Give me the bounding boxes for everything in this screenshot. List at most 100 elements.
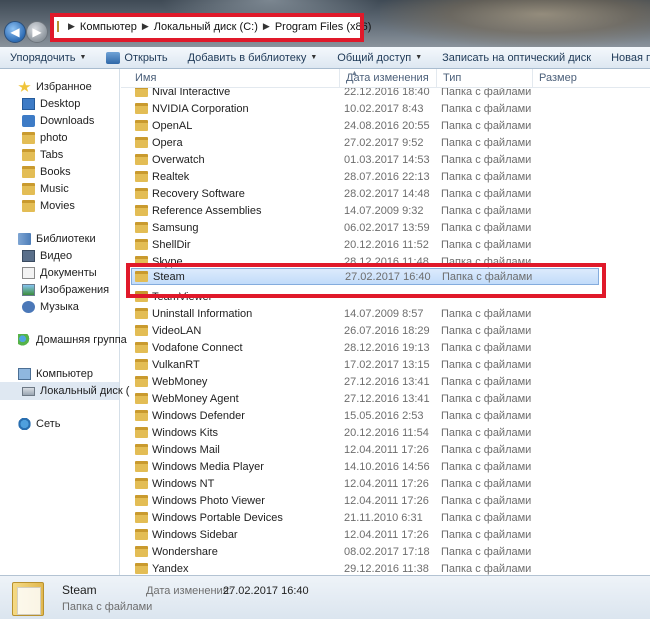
- file-type: Папка с файлами: [441, 511, 532, 524]
- add-to-library-button[interactable]: Добавить в библиотеку ▼: [178, 52, 328, 64]
- folder-icon: [135, 137, 148, 148]
- nav-libraries[interactable]: Библиотеки: [18, 233, 96, 245]
- video-icon: [22, 250, 35, 262]
- file-type: Папка с файлами: [441, 392, 532, 405]
- nav-photo[interactable]: photo: [22, 132, 68, 144]
- file-type: Папка с файлами: [441, 443, 532, 456]
- file-row[interactable]: Windows Photo Viewer 12.04.2011 17:26 Папк…: [121, 492, 650, 509]
- file-row[interactable]: Vodafone Connect 28.12.2016 19:13 Папка с …: [121, 339, 650, 356]
- file-row[interactable]: Nival Interactive 22.12.2016 18:40 Папка с…: [121, 88, 650, 100]
- nav-label: Tabs: [40, 149, 64, 161]
- burn-button[interactable]: Записать на оптический диск: [432, 52, 601, 64]
- nav-music-favorite[interactable]: Music: [22, 183, 69, 195]
- nav-label: photo: [40, 132, 68, 144]
- column-name[interactable]: Имя: [129, 69, 341, 88]
- share-button[interactable]: Общий доступ ▼: [327, 52, 432, 64]
- new-folder-button[interactable]: Новая папка: [601, 52, 650, 64]
- folder-icon: [135, 222, 148, 233]
- file-row[interactable]: Wondershare 08.02.2017 17:18 Папка с файла…: [121, 543, 650, 560]
- file-row[interactable]: Windows NT 12.04.2011 17:26 Папка с файлам…: [121, 475, 650, 492]
- organize-button[interactable]: Упорядочить ▼: [0, 52, 96, 64]
- file-row[interactable]: VulkanRT 17.02.2017 13:15 Папка с файлами: [121, 356, 650, 373]
- nav-music[interactable]: Музыка: [22, 301, 79, 313]
- file-row[interactable]: Windows Mail 12.04.2011 17:26 Папка с файл…: [121, 441, 650, 458]
- file-date: 27.12.2016 13:41: [344, 392, 430, 405]
- file-row[interactable]: Uninstall Information 14.07.2009 8:57 Папк…: [121, 305, 650, 322]
- file-date: 14.07.2009 9:32: [344, 204, 424, 217]
- file-row[interactable]: ShellDir 20.12.2016 11:52 Папка с файлами: [121, 236, 650, 253]
- nav-tabs[interactable]: Tabs: [22, 149, 63, 161]
- organize-label: Упорядочить: [10, 51, 76, 64]
- file-row[interactable]: Samsung 06.02.2017 13:59 Папка с файлами: [121, 219, 650, 236]
- nav-label: Видео: [40, 250, 73, 262]
- nav-books[interactable]: Books: [22, 166, 71, 178]
- nav-label: Downloads: [40, 115, 95, 127]
- file-type: Папка с файлами: [441, 307, 532, 320]
- folder-icon: [135, 478, 148, 489]
- folder-icon: [135, 342, 148, 353]
- forward-button[interactable]: ▶: [26, 21, 48, 43]
- file-row[interactable]: OpenAL 24.08.2016 20:55 Папка с файлами: [121, 117, 650, 134]
- file-row[interactable]: Opera 27.02.2017 9:52 Папка с файлами: [121, 134, 650, 151]
- file-row[interactable]: Recovery Software 28.02.2017 14:48 Папка с…: [121, 185, 650, 202]
- open-button[interactable]: Открыть: [96, 51, 177, 64]
- file-date: 22.12.2016 18:40: [344, 88, 430, 98]
- file-date: 01.03.2017 14:53: [344, 153, 430, 166]
- file-row[interactable]: Reference Assemblies 14.07.2009 9:32 Папка…: [121, 202, 650, 219]
- file-name: NVIDIA Corporation: [152, 102, 249, 115]
- file-date: 14.10.2016 14:56: [344, 460, 430, 473]
- file-name: Overwatch: [152, 153, 205, 166]
- file-name: Yandex: [152, 562, 189, 575]
- nav-network[interactable]: Сеть: [18, 418, 60, 430]
- file-date: 12.04.2011 17:26: [344, 477, 429, 490]
- file-row[interactable]: Windows Defender 15.05.2016 2:53 Папка с ф…: [121, 407, 650, 424]
- column-type[interactable]: Тип: [436, 69, 532, 88]
- file-name: ShellDir: [152, 238, 191, 251]
- file-type: Папка с файлами: [441, 426, 532, 439]
- file-row[interactable]: Windows Media Player 14.10.2016 14:56 Папк…: [121, 458, 650, 475]
- file-name: VulkanRT: [152, 358, 200, 371]
- nav-documents[interactable]: Документы: [22, 267, 97, 279]
- file-row[interactable]: Realtek 28.07.2016 22:13 Папка с файлами: [121, 168, 650, 185]
- column-size[interactable]: Размер: [532, 69, 650, 88]
- document-icon: [22, 267, 35, 279]
- column-date[interactable]: Дата изменения: [339, 69, 436, 88]
- file-type: Папка с файлами: [441, 341, 532, 354]
- file-row[interactable]: Overwatch 01.03.2017 14:53 Папка с файлами: [121, 151, 650, 168]
- nav-movies[interactable]: Movies: [22, 200, 75, 212]
- file-row[interactable]: Yandex 29.12.2016 11:38 Папка с файлами: [121, 560, 650, 575]
- file-row[interactable]: NVIDIA Corporation 10.02.2017 8:43 Папка с…: [121, 100, 650, 117]
- new-folder-label: Новая папка: [611, 51, 650, 64]
- nav-label: Desktop: [40, 98, 81, 110]
- nav-local-disk[interactable]: Локальный диск (: [22, 385, 129, 397]
- folder-icon: [135, 171, 148, 182]
- nav-video[interactable]: Видео: [22, 250, 72, 262]
- nav-downloads[interactable]: Downloads: [22, 115, 94, 127]
- caret-down-icon: ▼: [415, 54, 423, 61]
- file-row[interactable]: Windows Portable Devices 21.11.2010 6:31 П…: [121, 509, 650, 526]
- nav-homegroup[interactable]: Домашняя группа: [18, 334, 127, 346]
- file-row[interactable]: Windows Sidebar 12.04.2011 17:26 Папка с ф…: [121, 526, 650, 543]
- file-name: Windows Kits: [152, 426, 219, 439]
- nav-desktop[interactable]: Desktop: [22, 98, 80, 110]
- nav-label: Домашняя группа: [36, 334, 127, 346]
- folder-icon: [135, 529, 148, 540]
- file-row[interactable]: VideoLAN 26.07.2016 18:29 Папка с файлами: [121, 322, 650, 339]
- column-label: Тип: [443, 72, 462, 84]
- file-row[interactable]: Windows Kits 20.12.2016 11:54 Папка с файл…: [121, 424, 650, 441]
- file-date: 12.04.2011 17:26: [344, 528, 429, 541]
- nav-images[interactable]: Изображения: [22, 284, 109, 296]
- downloads-icon: [22, 115, 35, 127]
- folder-icon: [135, 410, 148, 421]
- file-row[interactable]: WebMoney Agent 27.12.2016 13:41 Папка с фа…: [121, 390, 650, 407]
- file-name: Windows Portable Devices: [152, 511, 283, 524]
- file-type: Папка с файлами: [441, 204, 532, 217]
- file-row[interactable]: WebMoney 27.12.2016 13:41 Папка с файлами: [121, 373, 650, 390]
- folder-icon: [22, 149, 35, 161]
- nav-favorites[interactable]: Избранное: [18, 81, 92, 93]
- homegroup-icon: [18, 334, 31, 346]
- folder-icon: [135, 393, 148, 404]
- nav-computer[interactable]: Компьютер: [18, 368, 93, 380]
- back-button[interactable]: ◀: [4, 21, 26, 43]
- command-bar: Упорядочить ▼ Открыть Добавить в библиоте…: [0, 47, 650, 69]
